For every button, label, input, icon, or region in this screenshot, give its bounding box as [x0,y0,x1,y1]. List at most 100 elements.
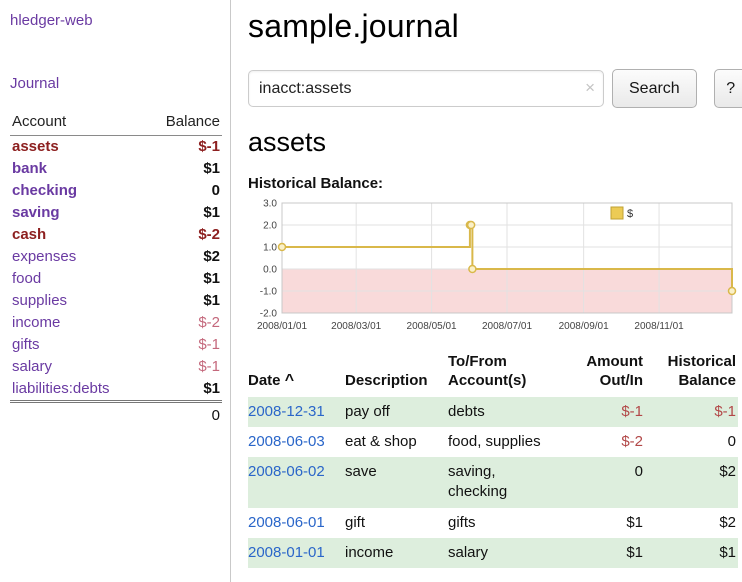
account-link[interactable]: bank [12,160,47,177]
account-balance: $2 [145,246,222,268]
transaction-date-link[interactable]: 2008-01-01 [248,544,325,561]
account-row: checking 0 [10,180,222,202]
register-header-balance: Historical Balance [645,353,738,397]
svg-text:2008/03/01: 2008/03/01 [331,321,381,332]
svg-text:2008/07/01: 2008/07/01 [482,321,532,332]
account-balance: $1 [145,268,222,290]
account-link[interactable]: saving [12,204,60,221]
data-point-marker [469,266,476,273]
date-cell: 2008-12-31 [248,397,345,427]
description-cell: pay off [345,397,448,427]
account-link[interactable]: salary [12,358,52,375]
amount-cell: $1 [573,538,645,568]
account-balance: $-2 [145,224,222,246]
svg-text:2008/09/01: 2008/09/01 [559,321,609,332]
account-link[interactable]: food [12,270,41,287]
legend-swatch [611,207,623,219]
main-content: sample.journal × Search ? assets Histori… [231,0,742,582]
account-name-cell: supplies [10,290,145,312]
account-link[interactable]: income [12,314,60,331]
sidebar-item-journal[interactable]: Journal [10,75,222,92]
account-row: income$-2 [10,312,222,334]
account-row: bank $1 [10,158,222,180]
account-balance: $1 [145,158,222,180]
search-bar: × Search ? [248,69,742,108]
account-balance: 0 [145,180,222,202]
account-name-cell: liabilities:debts [10,378,145,402]
description-cell: eat & shop [345,427,448,457]
account-row: expenses $2 [10,246,222,268]
app: hledger-web Journal Account Balance asse… [0,0,742,582]
account-balance: $1 [145,378,222,402]
account-link[interactable]: cash [12,226,46,243]
date-cell: 2008-06-01 [248,508,345,538]
transaction-date-link[interactable]: 2008-12-31 [248,403,325,420]
description-cell: save [345,457,448,508]
search-input[interactable] [248,70,604,107]
account-link[interactable]: assets [12,138,59,155]
help-button[interactable]: ? [714,69,742,108]
account-name-cell: expenses [10,246,145,268]
historical-balance-chart: 3.02.01.00.0-1.0-2.02008/01/012008/03/01… [248,197,740,339]
accounts-cell: gifts [448,508,573,538]
legend-label: $ [627,208,633,220]
date-cell: 2008-06-02 [248,457,345,508]
transaction-date-link[interactable]: 2008-06-01 [248,514,325,531]
account-name-cell: salary [10,356,145,378]
register-table: Date ^ Description To/From Account(s) Am… [248,353,738,568]
search-button[interactable]: Search [612,69,697,108]
clear-search-icon[interactable]: × [585,78,595,98]
x-axis-labels: 2008/01/012008/03/012008/05/012008/07/01… [257,321,684,332]
account-name-cell: cash [10,224,145,246]
svg-text:3.0: 3.0 [263,199,277,210]
svg-text:1.0: 1.0 [263,243,277,254]
page-title: sample.journal [248,8,742,45]
transaction-date-link[interactable]: 2008-06-02 [248,463,325,480]
register-header-date[interactable]: Date ^ [248,353,345,397]
register-header-row: Date ^ Description To/From Account(s) Am… [248,353,738,397]
date-cell: 2008-01-01 [248,538,345,568]
svg-text:-1.0: -1.0 [260,287,278,298]
account-name-cell: checking [10,180,145,202]
app-title-link[interactable]: hledger-web [10,12,222,29]
account-name-cell: food [10,268,145,290]
account-row: cash $-2 [10,224,222,246]
svg-text:2.0: 2.0 [263,221,277,232]
register-header-accounts: To/From Account(s) [448,353,573,397]
account-link[interactable]: checking [12,182,77,199]
sidebar: hledger-web Journal Account Balance asse… [0,0,231,582]
amount-cell: $1 [573,508,645,538]
accounts-table: Account Balance assets$-1bank$1checking0… [10,110,222,427]
chart-title: Historical Balance: [248,175,742,192]
description-cell: income [345,538,448,568]
account-row: salary $-1 [10,356,222,378]
account-link[interactable]: supplies [12,292,67,309]
accounts-total-balance: 0 [145,402,222,428]
account-balance: $-1 [145,334,222,356]
account-row: saving$1 [10,202,222,224]
account-link[interactable]: expenses [12,248,76,265]
account-row: liabilities:debts $1 [10,378,222,402]
register-header-amount: Amount Out/In [573,353,645,397]
account-name-cell: income [10,312,145,334]
account-link[interactable]: gifts [12,336,40,353]
account-table-body: assets$-1bank$1checking0saving$1cash$-2e… [10,136,222,402]
account-link[interactable]: liabilities:debts [12,380,110,397]
amount-cell: $-1 [573,397,645,427]
balance-cell: 0 [645,427,738,457]
date-header-label: Date [248,372,281,389]
chart-legend: $ [611,207,633,220]
accounts-cell: food, supplies [448,427,573,457]
register-header-description: Description [345,353,448,397]
account-balance: $-1 [145,356,222,378]
account-row: supplies$1 [10,290,222,312]
accounts-header-row: Account Balance [10,110,222,136]
sort-ascending-icon: ^ [285,372,294,389]
svg-text:0.0: 0.0 [263,265,277,276]
data-point-marker [279,244,286,251]
transaction-date-link[interactable]: 2008-06-03 [248,433,325,450]
account-row: gifts $-1 [10,334,222,356]
account-row: food $1 [10,268,222,290]
account-name-cell: saving [10,202,145,224]
account-row: assets$-1 [10,136,222,159]
